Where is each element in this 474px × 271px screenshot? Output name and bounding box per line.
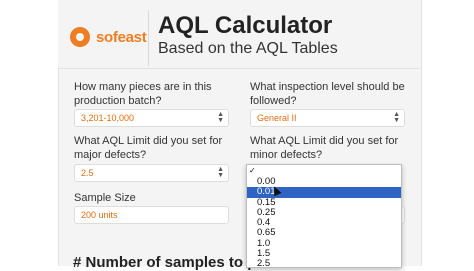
page-title: AQL Calculator (158, 12, 333, 39)
logo-text: sofeast (96, 28, 147, 46)
dropdown-option[interactable]: 2.5 (247, 259, 401, 267)
sample-size-value: 200 units (81, 210, 118, 220)
batch-size-label: How many pieces are in this production b… (74, 81, 212, 107)
inspection-level-label: What inspection level should be followed… (250, 81, 405, 107)
major-aql-value: 2.5 (81, 168, 94, 178)
sample-size-field: 200 units (74, 206, 229, 224)
section-heading: # Number of samples to pic (73, 254, 269, 271)
minor-aql-dropdown[interactable]: ✓ 0.00 0.01 0.15 0.25 0.4 0.65 1.0 1.5 2… (246, 164, 402, 268)
dropdown-option[interactable]: 1.5 (247, 248, 401, 259)
batch-size-select[interactable]: 3,201-10,000 ▲ ▼ (74, 109, 229, 127)
page-subtitle: Based on the AQL Tables (158, 40, 338, 57)
select-arrows-icon: ▲ ▼ (217, 166, 224, 179)
dropdown-option[interactable]: 0.65 (247, 228, 401, 239)
sofeast-logo: sofeast (58, 12, 148, 62)
header-divider (148, 10, 149, 66)
minor-defects-label: What AQL Limit did you set for minor def… (250, 135, 399, 161)
logo-icon (70, 27, 90, 47)
dropdown-option[interactable]: 1.0 (247, 238, 401, 249)
batch-size-value: 3,201-10,000 (81, 113, 135, 123)
dropdown-option[interactable]: 0.25 (247, 207, 401, 218)
inspection-level-value: General II (257, 113, 297, 123)
major-defects-label: What AQL Limit did you set for major def… (74, 135, 223, 161)
sample-size-label: Sample Size (74, 192, 136, 204)
major-aql-select[interactable]: 2.5 ▲ ▼ (74, 164, 229, 182)
inspection-level-select[interactable]: General II ▲ ▼ (250, 109, 405, 127)
check-icon: ✓ (249, 166, 256, 175)
select-arrows-icon: ▲ ▼ (393, 111, 400, 124)
select-arrows-icon: ▲ ▼ (217, 111, 224, 124)
